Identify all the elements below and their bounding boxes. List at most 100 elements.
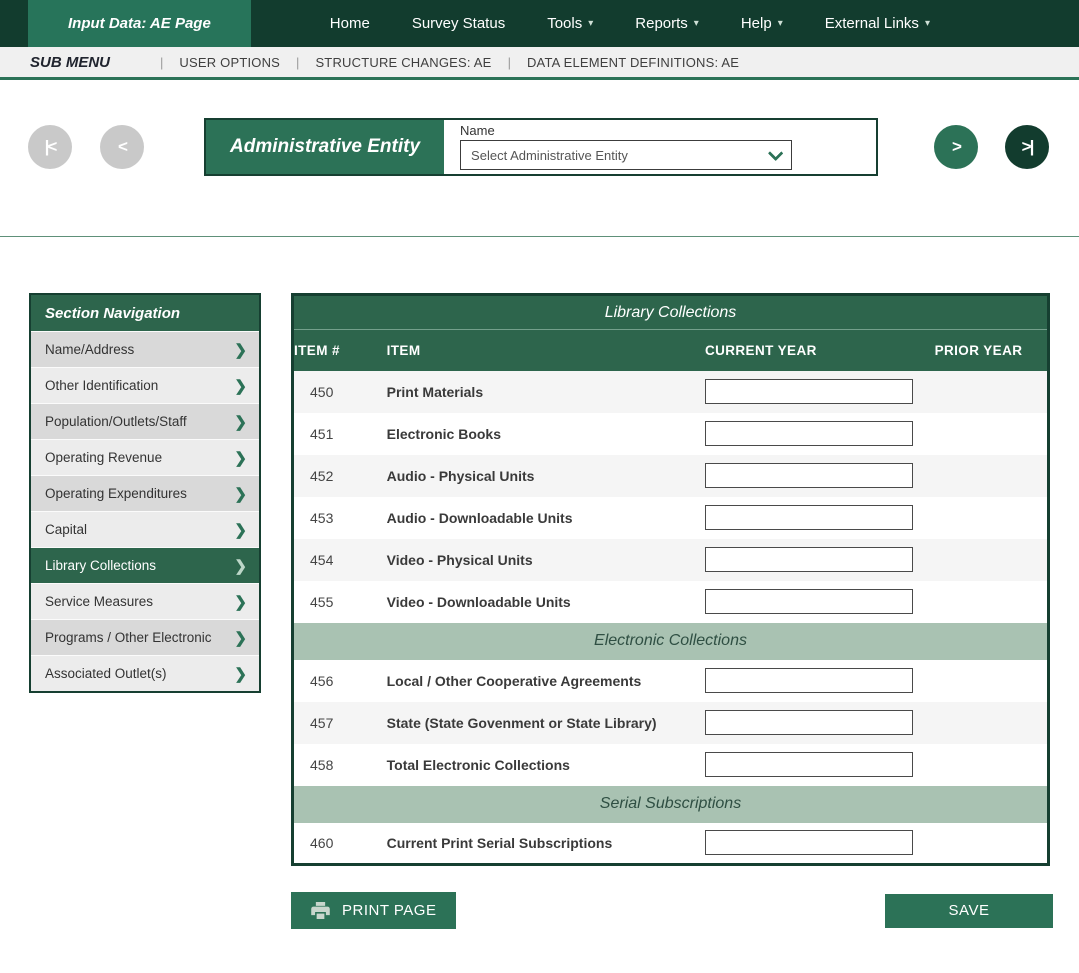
- column-header-current-year: CURRENT YEAR: [705, 330, 935, 371]
- item-label: Video - Downloadable Units: [387, 581, 705, 623]
- item-number: 455: [293, 581, 387, 623]
- item-number: 451: [293, 413, 387, 455]
- print-page-button[interactable]: PRINT PAGE: [291, 892, 456, 929]
- submenu-item-user-options[interactable]: USER OPTIONS: [179, 55, 280, 70]
- chevron-right-icon: ❯: [234, 413, 247, 431]
- table-row: 454 Video - Physical Units: [293, 539, 1049, 581]
- section-nav-item-capital[interactable]: Capital❯: [31, 511, 259, 547]
- prior-year-value: [935, 702, 1049, 744]
- column-header-prior-year: PRIOR YEAR: [935, 330, 1049, 371]
- table-row: 451 Electronic Books: [293, 413, 1049, 455]
- current-year-input-453[interactable]: [705, 505, 913, 530]
- section-nav-item-associated-outlets[interactable]: Associated Outlet(s)❯: [31, 655, 259, 691]
- item-number: 458: [293, 744, 387, 786]
- section-nav-item-operating-revenue[interactable]: Operating Revenue❯: [31, 439, 259, 475]
- dropdown-caret-icon: ▾: [588, 18, 593, 29]
- item-label: State (State Govenment or State Library): [387, 702, 705, 744]
- item-label: Electronic Books: [387, 413, 705, 455]
- item-number: 450: [293, 371, 387, 413]
- section-navigation-panel: Section Navigation Name/Address❯ Other I…: [29, 293, 261, 693]
- footer-actions: PRINT PAGE SAVE: [291, 892, 1053, 929]
- current-year-input-458[interactable]: [705, 752, 913, 777]
- print-page-label: PRINT PAGE: [342, 902, 436, 919]
- chevron-right-icon: ❯: [234, 521, 247, 539]
- nav-item-home[interactable]: Home: [309, 0, 391, 47]
- last-page-button[interactable]: >|: [1005, 125, 1049, 169]
- prior-year-value: [935, 539, 1049, 581]
- navbar-items: Home Survey Status Tools▾ Reports▾ Help▾…: [309, 0, 951, 47]
- table-section-header: Electronic Collections: [293, 623, 1049, 660]
- section-nav-item-name-address[interactable]: Name/Address❯: [31, 331, 259, 367]
- table-row: 456 Local / Other Cooperative Agreements: [293, 660, 1049, 702]
- nav-item-survey-status[interactable]: Survey Status: [391, 0, 526, 47]
- current-year-input-451[interactable]: [705, 421, 913, 446]
- prior-year-value: [935, 371, 1049, 413]
- current-year-input-450[interactable]: [705, 379, 913, 404]
- entity-name-label: Name: [460, 123, 792, 138]
- chevron-right-icon: ❯: [234, 629, 247, 647]
- table-row: 450 Print Materials: [293, 371, 1049, 413]
- item-number: 460: [293, 823, 387, 865]
- first-page-button[interactable]: |<: [28, 125, 72, 169]
- library-collections-table: Library Collections ITEM # ITEM CURRENT …: [291, 293, 1050, 866]
- table-row: 457 State (State Govenment or State Libr…: [293, 702, 1049, 744]
- save-button[interactable]: SAVE: [885, 894, 1053, 928]
- nav-item-help[interactable]: Help▾: [720, 0, 804, 47]
- item-label: Local / Other Cooperative Agreements: [387, 660, 705, 702]
- section-nav-item-service-measures[interactable]: Service Measures❯: [31, 583, 259, 619]
- separator: |: [508, 55, 511, 70]
- item-label: Audio - Physical Units: [387, 455, 705, 497]
- item-number: 452: [293, 455, 387, 497]
- table-row: 453 Audio - Downloadable Units: [293, 497, 1049, 539]
- column-header-item: ITEM: [387, 330, 705, 371]
- section-nav-item-other-identification[interactable]: Other Identification❯: [31, 367, 259, 403]
- item-label: Audio - Downloadable Units: [387, 497, 705, 539]
- section-nav-item-operating-expenditures[interactable]: Operating Expenditures❯: [31, 475, 259, 511]
- selected-entity-value: Select Administrative Entity: [471, 148, 628, 163]
- current-year-input-460[interactable]: [705, 830, 913, 855]
- item-label: Video - Physical Units: [387, 539, 705, 581]
- separator: |: [296, 55, 299, 70]
- table-row: 452 Audio - Physical Units: [293, 455, 1049, 497]
- current-year-input-456[interactable]: [705, 668, 913, 693]
- section-nav-item-population-outlets-staff[interactable]: Population/Outlets/Staff❯: [31, 403, 259, 439]
- section-nav-item-library-collections[interactable]: Library Collections❯: [31, 547, 259, 583]
- printer-icon: [311, 902, 330, 919]
- prior-year-value: [935, 744, 1049, 786]
- column-header-item-number: ITEM #: [293, 330, 387, 371]
- tab-input-data-ae-page[interactable]: Input Data: AE Page: [28, 0, 251, 47]
- chevron-right-icon: ❯: [234, 665, 247, 683]
- nav-item-external-links[interactable]: External Links▾: [804, 0, 951, 47]
- current-year-input-455[interactable]: [705, 589, 913, 614]
- previous-page-button[interactable]: <: [100, 125, 144, 169]
- sub-menu-title: SUB MENU: [30, 54, 110, 71]
- chevron-right-icon: ❯: [234, 341, 247, 359]
- section-header-label: Electronic Collections: [293, 623, 1049, 660]
- current-year-input-452[interactable]: [705, 463, 913, 488]
- item-label: Print Materials: [387, 371, 705, 413]
- item-number: 453: [293, 497, 387, 539]
- table-row: 455 Video - Downloadable Units: [293, 581, 1049, 623]
- current-year-input-457[interactable]: [705, 710, 913, 735]
- dropdown-caret-icon: ▾: [778, 18, 783, 29]
- item-number: 456: [293, 660, 387, 702]
- item-number: 454: [293, 539, 387, 581]
- submenu-item-data-element-definitions[interactable]: DATA ELEMENT DEFINITIONS: AE: [527, 55, 739, 70]
- item-number: 457: [293, 702, 387, 744]
- chevron-right-icon: ❯: [234, 593, 247, 611]
- section-header-label: Serial Subscriptions: [293, 786, 1049, 823]
- prior-year-value: [935, 660, 1049, 702]
- item-label: Current Print Serial Subscriptions: [387, 823, 705, 865]
- section-nav-item-programs-other-electronic[interactable]: Programs / Other Electronic❯: [31, 619, 259, 655]
- nav-item-tools[interactable]: Tools▾: [526, 0, 614, 47]
- separator: |: [160, 55, 163, 70]
- administrative-entity-select[interactable]: Select Administrative Entity: [460, 140, 792, 170]
- main-content: Section Navigation Name/Address❯ Other I…: [0, 293, 1079, 866]
- next-page-button[interactable]: >: [934, 125, 978, 169]
- nav-item-reports[interactable]: Reports▾: [614, 0, 720, 47]
- submenu-item-structure-changes[interactable]: STRUCTURE CHANGES: AE: [315, 55, 491, 70]
- administrative-entity-title: Administrative Entity: [206, 120, 444, 174]
- prior-year-value: [935, 581, 1049, 623]
- sub-menu-bar: SUB MENU | USER OPTIONS | STRUCTURE CHAN…: [0, 47, 1079, 80]
- current-year-input-454[interactable]: [705, 547, 913, 572]
